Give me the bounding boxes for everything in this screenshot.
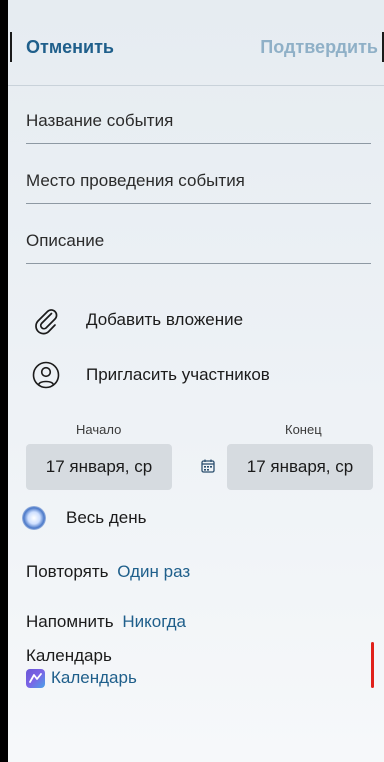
event-description-label: Описание xyxy=(26,231,105,250)
event-title-field[interactable]: Название события xyxy=(26,110,371,144)
remind-setting[interactable]: Напомнить Никогда xyxy=(26,612,186,632)
invite-participants-button[interactable]: Пригласить участников xyxy=(26,355,270,395)
start-date-button[interactable]: 17 января, ср xyxy=(26,444,172,490)
add-attachment-label: Добавить вложение xyxy=(86,310,244,329)
repeat-setting[interactable]: Повторять Один раз xyxy=(26,562,190,582)
add-attachment-button[interactable]: Добавить вложение xyxy=(26,300,243,340)
confirm-button[interactable]: Подтвердить xyxy=(260,36,378,58)
event-title-underline xyxy=(26,143,371,144)
repeat-value[interactable]: Один раз xyxy=(117,562,190,581)
repeat-label: Повторять xyxy=(26,562,109,581)
event-description-field[interactable]: Описание xyxy=(26,230,371,264)
calendar-color-icon xyxy=(26,668,45,688)
cancel-button[interactable]: Отменить xyxy=(26,36,114,58)
header-divider xyxy=(8,85,384,86)
all-day-toggle[interactable] xyxy=(22,506,46,530)
scroll-indicator xyxy=(371,642,374,688)
calendar-icon xyxy=(201,459,215,473)
remind-value[interactable]: Никогда xyxy=(122,612,186,631)
end-label: Конец xyxy=(285,422,322,437)
start-label: Начало xyxy=(76,422,122,437)
event-description-underline xyxy=(26,263,371,264)
all-day-label: Весь день xyxy=(66,508,147,527)
end-date-button[interactable]: 17 января, ср xyxy=(227,444,373,490)
person-icon xyxy=(26,355,66,395)
calendar-setting[interactable]: Календарь Календарь xyxy=(26,646,137,688)
event-editor-screen: Отменить Подтвердить Название события Ме… xyxy=(8,0,384,762)
remind-label: Напомнить xyxy=(26,612,114,631)
event-location-underline xyxy=(26,203,371,204)
event-location-label: Место проведения события xyxy=(26,171,245,190)
calendar-value[interactable]: Календарь xyxy=(51,668,137,688)
calendar-label: Календарь xyxy=(26,646,112,665)
left-edge-bar xyxy=(10,32,12,62)
invite-participants-label: Пригласить участников xyxy=(86,365,270,384)
paperclip-icon xyxy=(26,300,66,340)
event-location-field[interactable]: Место проведения события xyxy=(26,170,371,204)
event-title-label: Название события xyxy=(26,111,174,130)
